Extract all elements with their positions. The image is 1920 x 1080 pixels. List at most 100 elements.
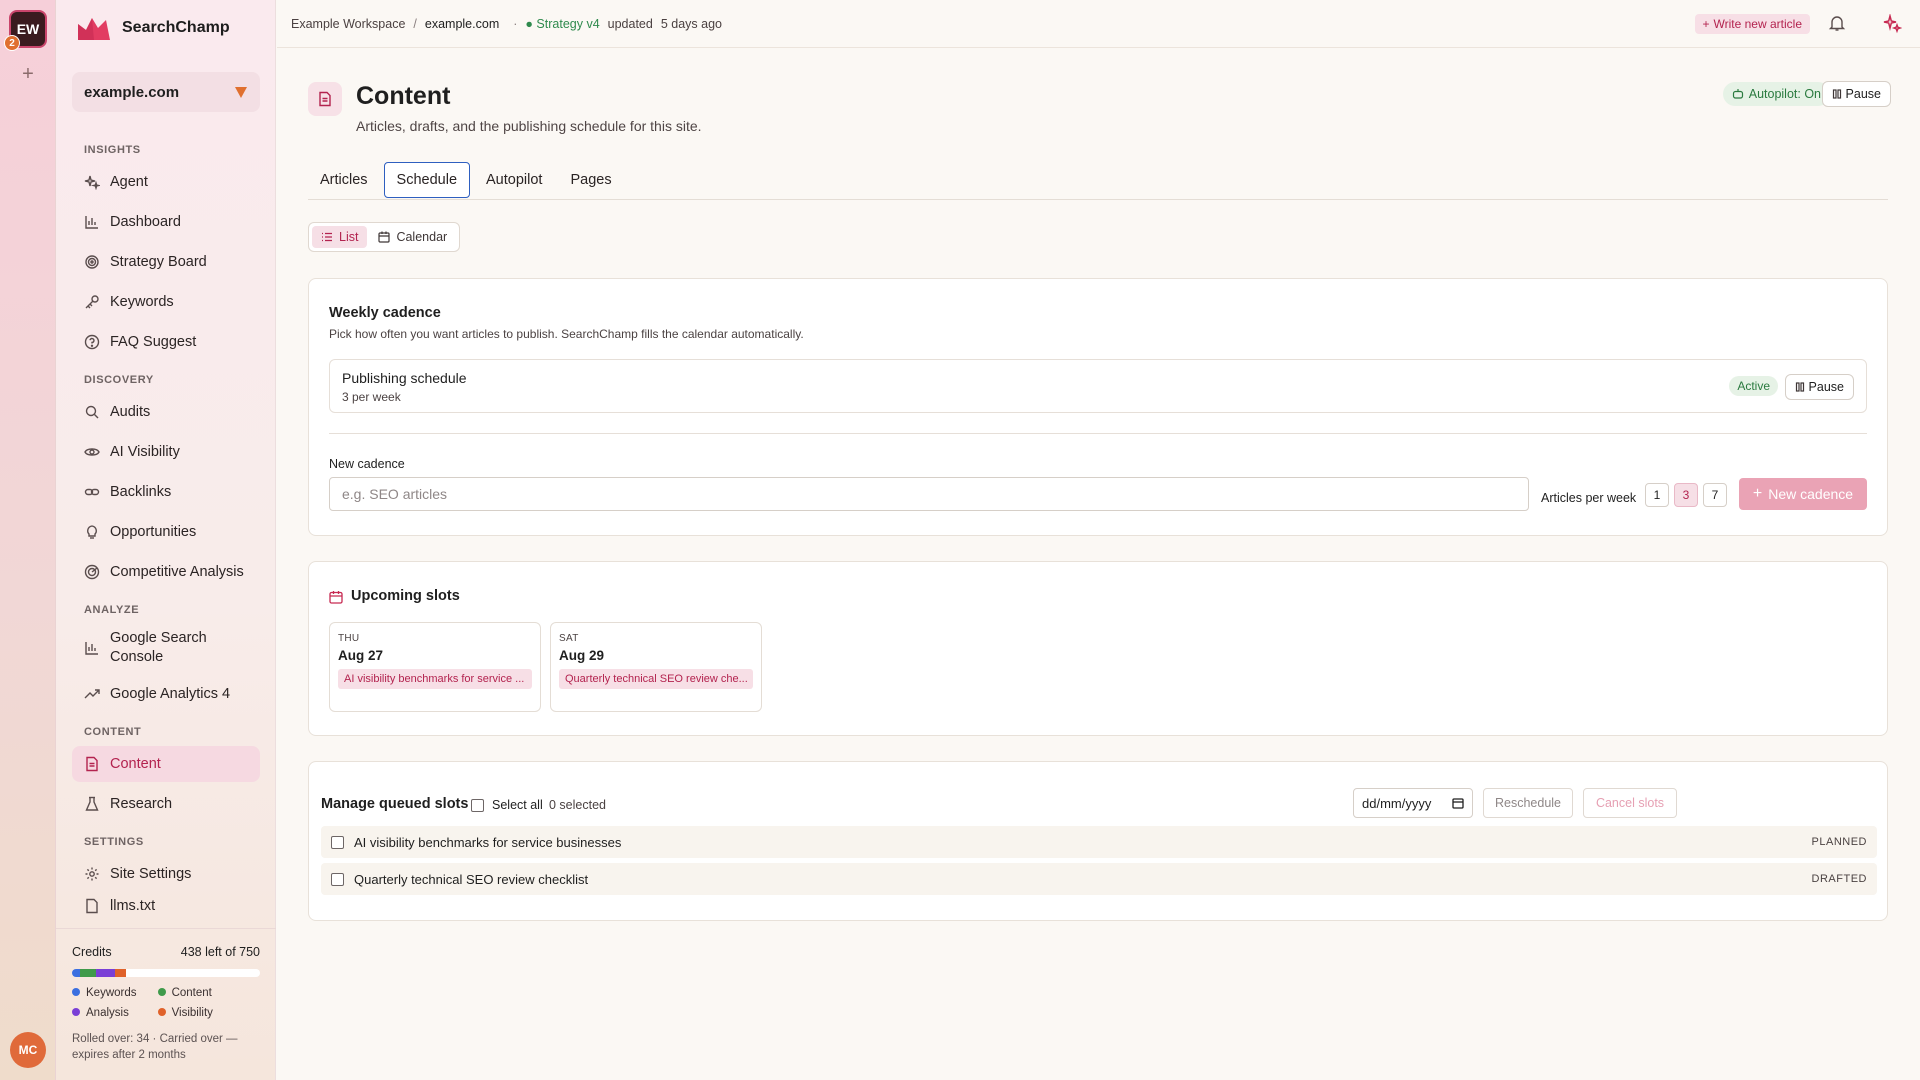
write-new-article-button[interactable]: + Write new article	[1694, 14, 1810, 34]
tab-pages[interactable]: Pages	[558, 162, 623, 198]
sidebar-item-backlinks[interactable]: Backlinks	[72, 474, 260, 510]
pause-icon	[1832, 89, 1841, 99]
autopilot-status-badge[interactable]: Autopilot: On	[1722, 82, 1830, 106]
list-view-button[interactable]: List	[312, 226, 368, 248]
sidebar-item-research[interactable]: Research	[72, 786, 260, 822]
slot-card[interactable]: THU Aug 27 AI visibility benchmarks for …	[329, 622, 541, 712]
credits-legend: Keywords Content Analysis Visibility	[72, 987, 222, 1019]
eye-icon	[84, 448, 100, 456]
schedule-name: Publishing schedule	[342, 370, 467, 386]
credits-note: Rolled over: 34 · Carried over — expires…	[72, 1033, 238, 1061]
sidebar-item-agent[interactable]: Agent	[72, 164, 260, 200]
select-all-control[interactable]: Select all	[471, 798, 543, 812]
pause-icon	[1795, 382, 1804, 392]
topbar: Example Workspace / example.com · ● Stra…	[277, 0, 1920, 48]
sidebar-item-label: Opportunities	[110, 524, 197, 540]
credits-segment-visibility	[115, 969, 127, 977]
updated-label: updated	[607, 16, 653, 31]
sparkles-icon[interactable]	[1882, 14, 1902, 34]
radar-icon	[84, 564, 100, 580]
add-workspace-icon[interactable]: +	[18, 64, 38, 84]
content-tabs: Articles Schedule Autopilot Pages	[308, 160, 1888, 200]
sidebar-item-competitive-analysis[interactable]: Competitive Analysis	[72, 554, 260, 590]
list-label: List	[339, 230, 359, 244]
user-avatar[interactable]: MC	[10, 1032, 46, 1068]
target-icon	[85, 255, 99, 269]
credits-label: Credits	[72, 945, 112, 959]
bell-icon[interactable]	[1828, 14, 1846, 32]
autopilot-label: Autopilot: On	[1748, 87, 1821, 101]
sidebar-item-audits[interactable]: Audits	[72, 394, 260, 430]
breadcrumb-workspace[interactable]: Example Workspace	[291, 17, 405, 31]
slot-weekday: THU	[338, 633, 360, 644]
sidebar-item-label: AI Visibility	[110, 444, 180, 460]
document-icon	[308, 82, 342, 116]
row-checkbox[interactable]	[331, 872, 344, 886]
tab-articles[interactable]: Articles	[308, 162, 380, 198]
gear-icon	[85, 867, 99, 881]
sidebar-item-google-analytics-4[interactable]: Google Analytics 4	[72, 676, 260, 712]
dot-separator: ·	[513, 16, 518, 31]
brand-name: SearchChamp	[122, 19, 230, 36]
legend-keywords: Keywords	[72, 987, 146, 999]
tab-autopilot[interactable]: Autopilot	[474, 162, 554, 198]
brand-logo[interactable]: SearchChamp	[76, 14, 230, 42]
upcoming-title: Upcoming slots	[351, 588, 460, 604]
breadcrumb-site[interactable]: example.com	[425, 17, 499, 31]
per-week-option-7[interactable]: 7	[1703, 483, 1727, 507]
sidebar-item-dashboard[interactable]: Dashboard	[72, 204, 260, 240]
sidebar: SearchChamp example.com INSIGHTS Agent D…	[56, 0, 276, 1080]
cancel-slots-button[interactable]: Cancel slots	[1583, 788, 1677, 818]
sidebar-item-site-settings[interactable]: Site Settings	[72, 856, 260, 892]
queue-row-title: AI visibility benchmarks for service bus…	[354, 834, 622, 850]
robot-icon	[1732, 89, 1743, 99]
per-week-option-1[interactable]: 1	[1645, 483, 1669, 507]
slot-article-pill[interactable]: AI visibility benchmarks for service ...	[338, 669, 532, 689]
sidebar-item-opportunities[interactable]: Opportunities	[72, 514, 260, 550]
plus-icon: +	[1752, 485, 1763, 502]
reschedule-date-input[interactable]: dd/mm/yyyy	[1353, 788, 1473, 818]
slot-date: Aug 27	[338, 648, 384, 663]
sidebar-item-keywords[interactable]: Keywords	[72, 284, 260, 320]
triangle-down-icon	[235, 87, 247, 98]
sidebar-item-label: Google Analytics 4	[110, 686, 231, 702]
legend-analysis: Analysis	[72, 1007, 146, 1019]
pause-schedule-button[interactable]: Pause	[1784, 374, 1854, 400]
pause-label: Pause	[1845, 87, 1881, 101]
credits-remaining: 438 left of 750	[180, 945, 260, 959]
slot-article-pill[interactable]: Quarterly technical SEO review che...	[559, 669, 753, 689]
calendar-icon[interactable]	[1452, 797, 1464, 809]
publishing-schedule-row: Publishing schedule 3 per week Active Pa…	[329, 359, 1867, 413]
sidebar-item-label: FAQ Suggest	[110, 334, 197, 350]
select-all-checkbox[interactable]	[471, 798, 484, 812]
queue-row[interactable]: AI visibility benchmarks for service bus…	[321, 826, 1877, 858]
file-text-icon	[86, 898, 98, 914]
tab-schedule[interactable]: Schedule	[383, 161, 471, 198]
strategy-status[interactable]: ● Strategy v4	[525, 17, 599, 31]
sidebar-item-google-search-console[interactable]: Google Search Console	[72, 624, 260, 672]
new-cadence-button[interactable]: + New cadence	[1739, 478, 1867, 510]
reschedule-button[interactable]: Reschedule	[1483, 788, 1573, 818]
updated-time: 5 days ago	[660, 16, 723, 31]
divider	[329, 433, 1867, 434]
queue-row[interactable]: Quarterly technical SEO review checklist…	[321, 863, 1877, 895]
site-selector-value: example.com	[84, 83, 180, 101]
credits-usage-bar	[72, 969, 260, 977]
sidebar-item-faq-suggest[interactable]: FAQ Suggest	[72, 324, 260, 360]
calendar-view-button[interactable]: Calendar	[369, 226, 456, 248]
sidebar-item-ai-visibility[interactable]: AI Visibility	[72, 434, 260, 470]
slot-card[interactable]: SAT Aug 29 Quarterly technical SEO revie…	[550, 622, 762, 712]
sidebar-item-llms-txt[interactable]: llms.txt	[72, 896, 260, 916]
sidebar-item-strategy-board[interactable]: Strategy Board	[72, 244, 260, 280]
row-checkbox[interactable]	[331, 835, 344, 849]
site-selector[interactable]: example.com	[72, 72, 260, 112]
pause-autopilot-button[interactable]: Pause	[1821, 81, 1891, 107]
per-week-option-3[interactable]: 3	[1674, 483, 1698, 507]
workspace-rail: EW 2 + MC	[0, 0, 56, 1080]
trending-up-icon	[84, 689, 100, 699]
new-cadence-input[interactable]: e.g. SEO articles	[329, 477, 1529, 511]
queue-row-title: Quarterly technical SEO review checklist	[354, 871, 589, 887]
sidebar-item-label: Keywords	[110, 294, 174, 310]
slot-weekday: SAT	[559, 633, 579, 644]
sidebar-item-content[interactable]: Content	[72, 746, 260, 782]
